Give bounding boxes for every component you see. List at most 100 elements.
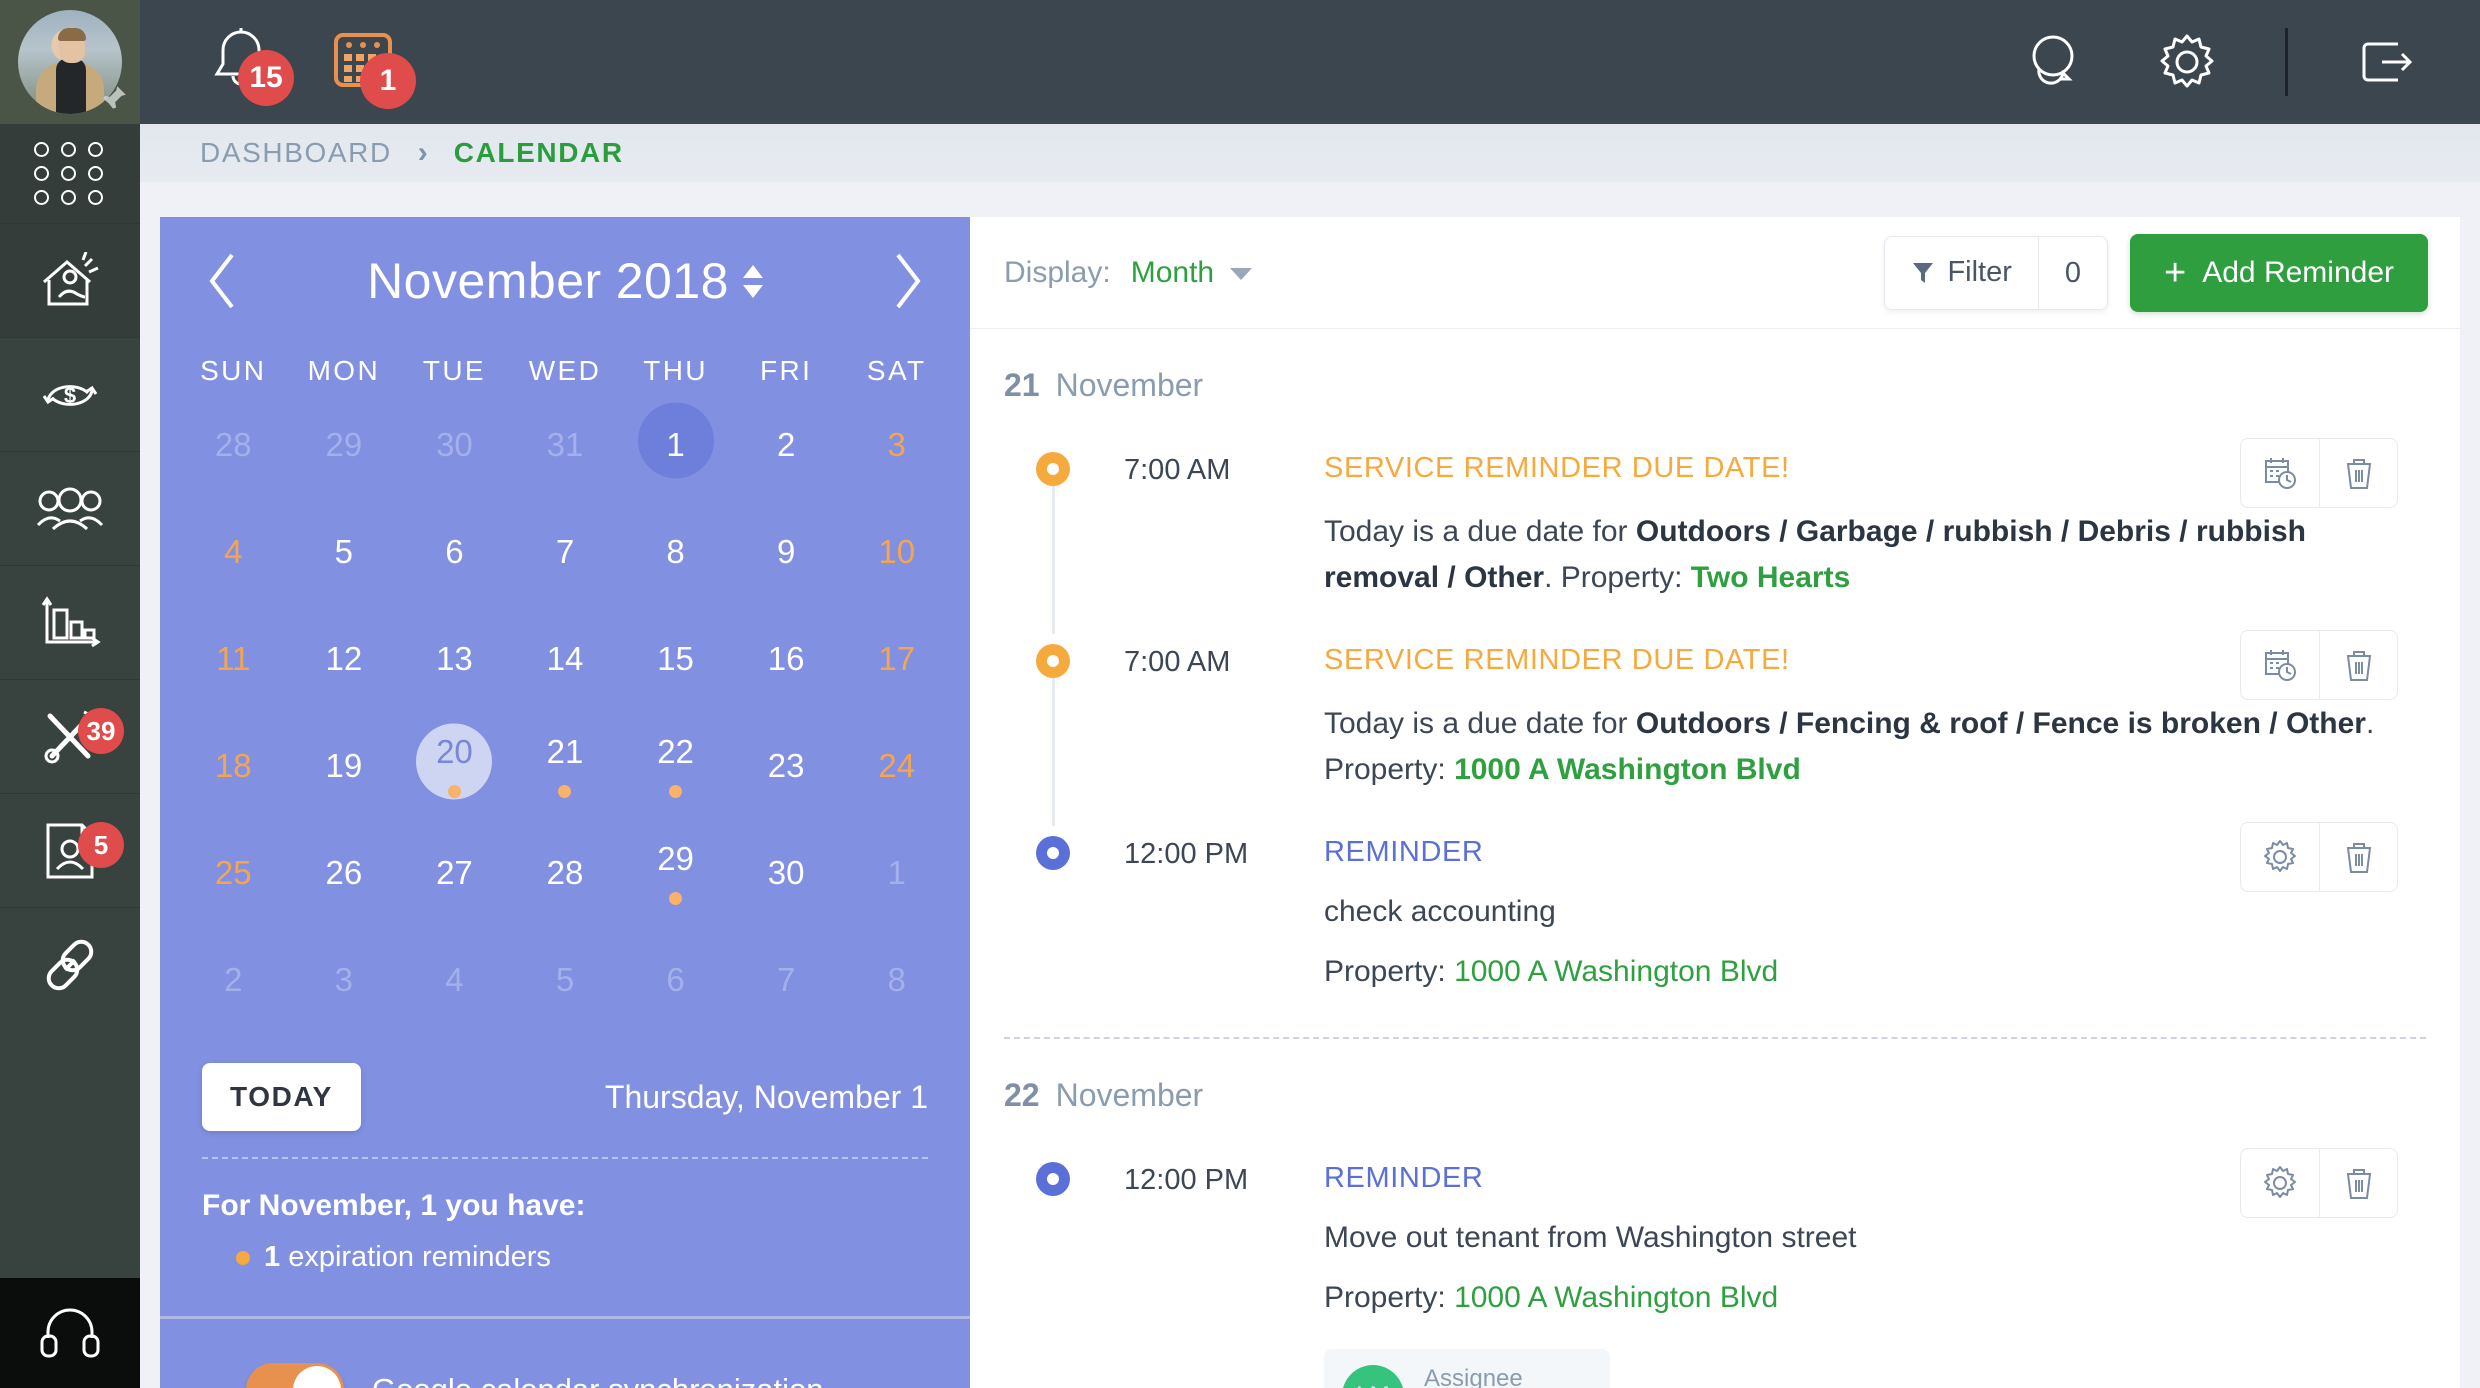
calendar-day[interactable]: 30 bbox=[731, 819, 842, 926]
sidebar-item-links[interactable] bbox=[0, 908, 140, 1022]
trash-action-button[interactable] bbox=[2319, 631, 2397, 700]
event-row[interactable]: 12:00 PM REMINDER check accounting Property… bbox=[1004, 806, 2426, 1003]
calendar-day[interactable]: 21 bbox=[510, 712, 621, 819]
calendar-day[interactable]: 4 bbox=[178, 498, 289, 605]
calendar-day[interactable]: 11 bbox=[178, 605, 289, 712]
calendar-day[interactable]: 3 bbox=[289, 926, 400, 1033]
calendar-day[interactable]: 4 bbox=[399, 926, 510, 1033]
display-select[interactable]: Month bbox=[1131, 256, 1253, 290]
day-number: 17 bbox=[878, 639, 916, 677]
calendar-clock-action-button[interactable] bbox=[2241, 631, 2319, 699]
calendar-day[interactable]: 5 bbox=[289, 498, 400, 605]
grid-apps-icon bbox=[34, 142, 106, 205]
calendar-day[interactable]: 28 bbox=[178, 391, 289, 498]
calendar-day[interactable]: 12 bbox=[289, 605, 400, 712]
calendar-day[interactable]: 28 bbox=[510, 819, 621, 926]
calendar-day[interactable]: 3 bbox=[841, 391, 952, 498]
calendar-day[interactable]: 14 bbox=[510, 605, 621, 712]
sidebar-item-support[interactable] bbox=[0, 1278, 140, 1388]
trash-action-button[interactable] bbox=[2319, 1149, 2397, 1218]
calendar-day[interactable]: 8 bbox=[841, 926, 952, 1033]
link-icon bbox=[46, 939, 94, 991]
calendar-day[interactable]: 13 bbox=[399, 605, 510, 712]
calendar-day[interactable]: 6 bbox=[620, 926, 731, 1033]
trash-action-button[interactable] bbox=[2319, 439, 2397, 507]
calendar-day[interactable]: 25 bbox=[178, 819, 289, 926]
weekday-label: FRI bbox=[759, 355, 813, 386]
filter-button[interactable]: Filter 0 bbox=[1884, 235, 2109, 310]
calendar-day[interactable]: 18 bbox=[178, 712, 289, 819]
calendar-day[interactable]: 7 bbox=[731, 926, 842, 1033]
calendar-day[interactable]: 26 bbox=[289, 819, 400, 926]
event-time: 12:00 PM bbox=[1124, 1164, 1249, 1197]
calendar-day[interactable]: 30 bbox=[399, 391, 510, 498]
calendar-day[interactable]: 6 bbox=[399, 498, 510, 605]
sidebar-item-maintenance[interactable]: 39 bbox=[0, 680, 140, 794]
event-property-link[interactable]: 1000 A Washington Blvd bbox=[1454, 955, 1778, 988]
toggle-knob bbox=[293, 1366, 341, 1388]
calendar-day[interactable]: 15 bbox=[620, 605, 731, 712]
day-number: 29 bbox=[657, 840, 694, 877]
breadcrumb-calendar: CALENDAR bbox=[453, 137, 624, 168]
pin-icon[interactable] bbox=[96, 82, 130, 116]
event-row[interactable]: 7:00 AM SERVICE REMINDER DUE DATE! Today i… bbox=[1004, 614, 2426, 827]
sidebar-item-properties[interactable] bbox=[0, 224, 140, 338]
sidebar-item-reports[interactable] bbox=[0, 566, 140, 680]
calendar-day[interactable]: 16 bbox=[731, 605, 842, 712]
logout-icon[interactable] bbox=[2354, 30, 2418, 94]
chat-bubbles-icon[interactable] bbox=[2023, 31, 2089, 93]
event-property-row: Property: 1000 A Washington Blvd bbox=[1324, 955, 1779, 989]
gear-icon[interactable] bbox=[2155, 30, 2219, 94]
google-sync-toggle[interactable] bbox=[246, 1363, 344, 1388]
gear-action-button[interactable] bbox=[2241, 823, 2319, 891]
calendar-day[interactable]: 27 bbox=[399, 819, 510, 926]
calendar-day[interactable]: 23 bbox=[731, 712, 842, 819]
assignee-chip[interactable]: LM AssigneeLinda Miles bbox=[1324, 1349, 1610, 1388]
gear-action-button[interactable] bbox=[2241, 1149, 2319, 1217]
calendar-day[interactable]: 19 bbox=[289, 712, 400, 819]
calendar-day[interactable]: 29 bbox=[620, 819, 731, 926]
calendar-day[interactable]: 2 bbox=[731, 391, 842, 498]
calendar-day[interactable]: 20 bbox=[399, 712, 510, 819]
event-property-link[interactable]: 1000 A Washington Blvd bbox=[1454, 1281, 1778, 1314]
calendar-day[interactable]: 10 bbox=[841, 498, 952, 605]
trash-action-button[interactable] bbox=[2319, 823, 2397, 892]
calendar-day[interactable]: 31 bbox=[510, 391, 621, 498]
add-reminder-button[interactable]: + Add Reminder bbox=[2130, 233, 2428, 312]
sidebar-item-tenants[interactable] bbox=[0, 452, 140, 566]
calendar-day[interactable]: 1 bbox=[841, 819, 952, 926]
event-property-link[interactable]: 1000 A Washington Blvd bbox=[1454, 753, 1801, 786]
sidebar-item-contacts[interactable]: 5 bbox=[0, 794, 140, 908]
event-property-link[interactable]: Two Hearts bbox=[1691, 561, 1850, 594]
calendar-clock-action-button[interactable] bbox=[2241, 439, 2319, 507]
calendar-day[interactable]: 29 bbox=[289, 391, 400, 498]
events-list[interactable]: 21 November 7:00 AM SERVICE REMINDER DUE DA… bbox=[970, 329, 2460, 1388]
gear-icon bbox=[2264, 1166, 2296, 1199]
calendar-day[interactable]: 17 bbox=[841, 605, 952, 712]
event-row[interactable]: 7:00 AM SERVICE REMINDER DUE DATE! Today i… bbox=[1004, 422, 2426, 635]
calendar-day[interactable]: 8 bbox=[620, 498, 731, 605]
breadcrumb-dashboard[interactable]: DASHBOARD bbox=[200, 137, 392, 169]
chevron-left-icon[interactable] bbox=[202, 249, 246, 313]
calendar-day[interactable]: 22 bbox=[620, 712, 731, 819]
notifications-button[interactable]: 15 bbox=[208, 24, 294, 106]
calendar-button[interactable]: 1 bbox=[330, 27, 416, 109]
event-day-number: 21 bbox=[1004, 367, 1040, 403]
today-button[interactable]: TODAY bbox=[202, 1063, 361, 1131]
sidebar-item-financials[interactable]: $ bbox=[0, 338, 140, 452]
chevron-right-icon[interactable] bbox=[884, 249, 928, 313]
add-reminder-label: Add Reminder bbox=[2202, 255, 2394, 289]
calendar-badge: 1 bbox=[360, 52, 416, 109]
year-spinner-icon[interactable] bbox=[742, 264, 763, 298]
day-event-dot-icon bbox=[669, 892, 683, 905]
sidebar-item-apps[interactable] bbox=[0, 124, 140, 224]
calendar-day[interactable]: 5 bbox=[510, 926, 621, 1033]
avatar[interactable] bbox=[0, 0, 140, 124]
calendar-day[interactable]: 1 bbox=[620, 391, 731, 498]
calendar-day[interactable]: 24 bbox=[841, 712, 952, 819]
calendar-day[interactable]: 9 bbox=[731, 498, 842, 605]
weekday-label: WED bbox=[528, 355, 602, 386]
calendar-day[interactable]: 7 bbox=[510, 498, 621, 605]
calendar-day[interactable]: 2 bbox=[178, 926, 289, 1033]
event-row[interactable]: 12:00 PM REMINDER Move out tenant from Was… bbox=[1004, 1132, 2426, 1388]
